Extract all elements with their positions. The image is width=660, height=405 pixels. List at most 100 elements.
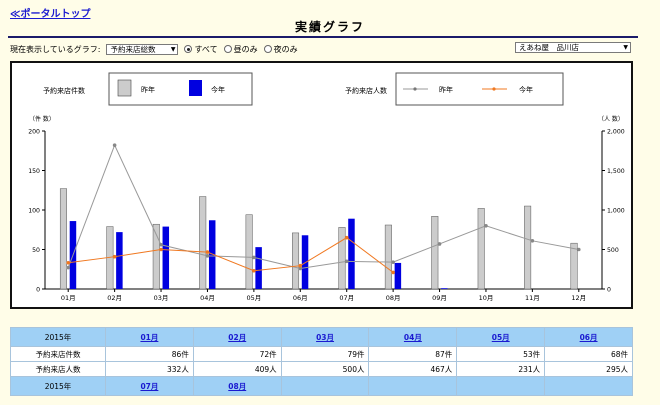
title-divider: [8, 36, 638, 38]
month-link[interactable]: 01月: [140, 333, 158, 342]
radio-lunch[interactable]: 昼のみ: [223, 44, 258, 55]
graph-type-select[interactable]: 予約来店総数 ▼: [106, 43, 179, 55]
point-last-year: [112, 143, 117, 148]
table-cell: 295人: [544, 361, 633, 377]
row-label: 予約来店人数: [10, 361, 106, 377]
store-select-value: えあね屋 品川店: [519, 43, 579, 52]
left-axis-tick-label: 0: [36, 286, 40, 293]
point-this-year: [252, 268, 256, 273]
radio-all-label: すべて: [194, 44, 218, 54]
left-axis-tick-label: 200: [28, 128, 40, 135]
legend-swatch-this-year-marker: [492, 87, 496, 91]
point-this-year: [205, 250, 210, 254]
row-label: 予約来店件数: [10, 346, 106, 362]
month-link[interactable]: 07月: [140, 382, 158, 391]
table-cell: 409人: [192, 361, 282, 377]
point-last-year: [576, 247, 581, 252]
radio-lunch-label: 昼のみ: [233, 44, 258, 54]
table-cell: 53件: [456, 346, 546, 362]
bar-this-year: [441, 288, 448, 289]
radio-all[interactable]: すべて: [184, 44, 218, 55]
month-link[interactable]: 02月: [228, 333, 246, 342]
year-header: 2015年: [10, 327, 106, 347]
month-header[interactable]: 06月: [544, 327, 633, 347]
bar-this-year: [348, 218, 355, 289]
bar-last-year: [477, 208, 485, 290]
bar-this-year: [162, 226, 170, 289]
right-axis-tick-label: 1,000: [607, 207, 625, 214]
table-cell: 68件: [544, 346, 633, 362]
right-axis-unit-label: （人 数）: [598, 115, 624, 123]
legend-left-title: 予約来店件数: [43, 86, 85, 95]
left-axis-unit-label: （件 数）: [29, 115, 55, 123]
monthly-data-table: 2015年 01月 02月 03月 04月 05月 06月 予約来店件数 86件…: [10, 327, 633, 396]
month-header-empty: [368, 376, 458, 396]
point-last-year: [437, 242, 442, 246]
line-last-year: [67, 143, 579, 269]
month-header[interactable]: 01月: [105, 327, 194, 347]
bar-this-year: [116, 232, 123, 289]
chevron-down-icon: ▼: [170, 45, 176, 53]
point-this-year: [344, 235, 349, 240]
bar-last-year: [524, 205, 532, 290]
point-last-year: [391, 260, 395, 264]
performance-chart: 予約来店件数 昨年 今年 予約来店人数 昨年 今年 （件 数） （人 数） 0 50 100 150 2…: [28, 72, 625, 302]
x-axis-tick-label: 04月: [200, 294, 215, 302]
right-axis-tick-label: 1,500: [607, 168, 625, 175]
point-this-year: [159, 247, 163, 252]
graph-select-label: 現在表示しているグラフ:: [10, 44, 101, 54]
legend-label-this-year-line: 今年: [519, 85, 533, 94]
month-link[interactable]: 06月: [580, 333, 598, 342]
left-axis-tick-label: 100: [28, 207, 40, 214]
month-header[interactable]: 07月: [105, 376, 194, 396]
radio-dinner[interactable]: 夜のみ: [263, 44, 298, 55]
table-cell: 79件: [280, 346, 370, 362]
month-header[interactable]: 02月: [192, 327, 282, 347]
x-axis-tick-label: 02月: [107, 294, 122, 302]
legend-swatch-last-year-marker: [413, 87, 417, 91]
table-cell: 332人: [105, 361, 194, 377]
month-header[interactable]: 08月: [192, 376, 282, 396]
legend-label-last-year: 昨年: [141, 85, 155, 94]
store-select[interactable]: えあね屋 品川店 ▼: [515, 42, 631, 53]
point-this-year: [391, 270, 395, 275]
point-this-year: [66, 260, 71, 265]
chart-panel: 予約来店件数 昨年 今年 予約来店人数 昨年 今年 （件 数） （人 数） 0 50 100 150 2…: [10, 61, 633, 309]
right-axis-tick-label: 500: [607, 247, 619, 254]
right-axis-tick-label: 2,000: [607, 128, 625, 135]
month-header[interactable]: 05月: [456, 327, 546, 347]
table-header-row: 2015年 07月 08月: [10, 376, 633, 396]
month-link[interactable]: 08月: [228, 382, 246, 391]
table-row: 予約来店件数 86件 72件 79件 87件 53件 68件: [10, 346, 633, 362]
legend-swatch-this-year-bar: [189, 80, 202, 96]
table-cell: 87件: [368, 346, 458, 362]
bar-last-year: [570, 242, 578, 290]
x-axis-tick-label: 10月: [479, 294, 494, 302]
legend-label-this-year: 今年: [211, 85, 225, 94]
right-axis-tick-label: 0: [607, 286, 611, 293]
table-cell: 72件: [192, 346, 282, 362]
month-link[interactable]: 05月: [492, 333, 510, 342]
month-header-empty: [456, 376, 546, 396]
x-axis-tick-label: 08月: [386, 294, 401, 302]
year-header: 2015年: [10, 376, 106, 396]
month-header[interactable]: 04月: [368, 327, 458, 347]
month-header-empty: [280, 376, 370, 396]
point-this-year: [112, 254, 117, 259]
chevron-down-icon: ▼: [623, 44, 628, 51]
point-this-year: [298, 263, 303, 268]
table-cell: 86件: [105, 346, 194, 362]
legend-swatch-last-year-bar: [117, 79, 132, 97]
bar-last-year: [199, 196, 207, 290]
point-last-year: [205, 254, 210, 258]
legend-right-title: 予約来店人数: [345, 86, 387, 95]
month-link[interactable]: 04月: [404, 333, 422, 342]
month-header[interactable]: 03月: [280, 327, 370, 347]
legend-label-last-year-line: 昨年: [439, 85, 453, 94]
left-axis-tick-label: 50: [32, 247, 40, 254]
bar-last-year: [431, 216, 439, 290]
bar-last-year: [338, 227, 346, 290]
bar-this-year: [255, 247, 262, 289]
x-axis-tick-label: 09月: [432, 294, 447, 302]
month-link[interactable]: 03月: [316, 333, 334, 342]
